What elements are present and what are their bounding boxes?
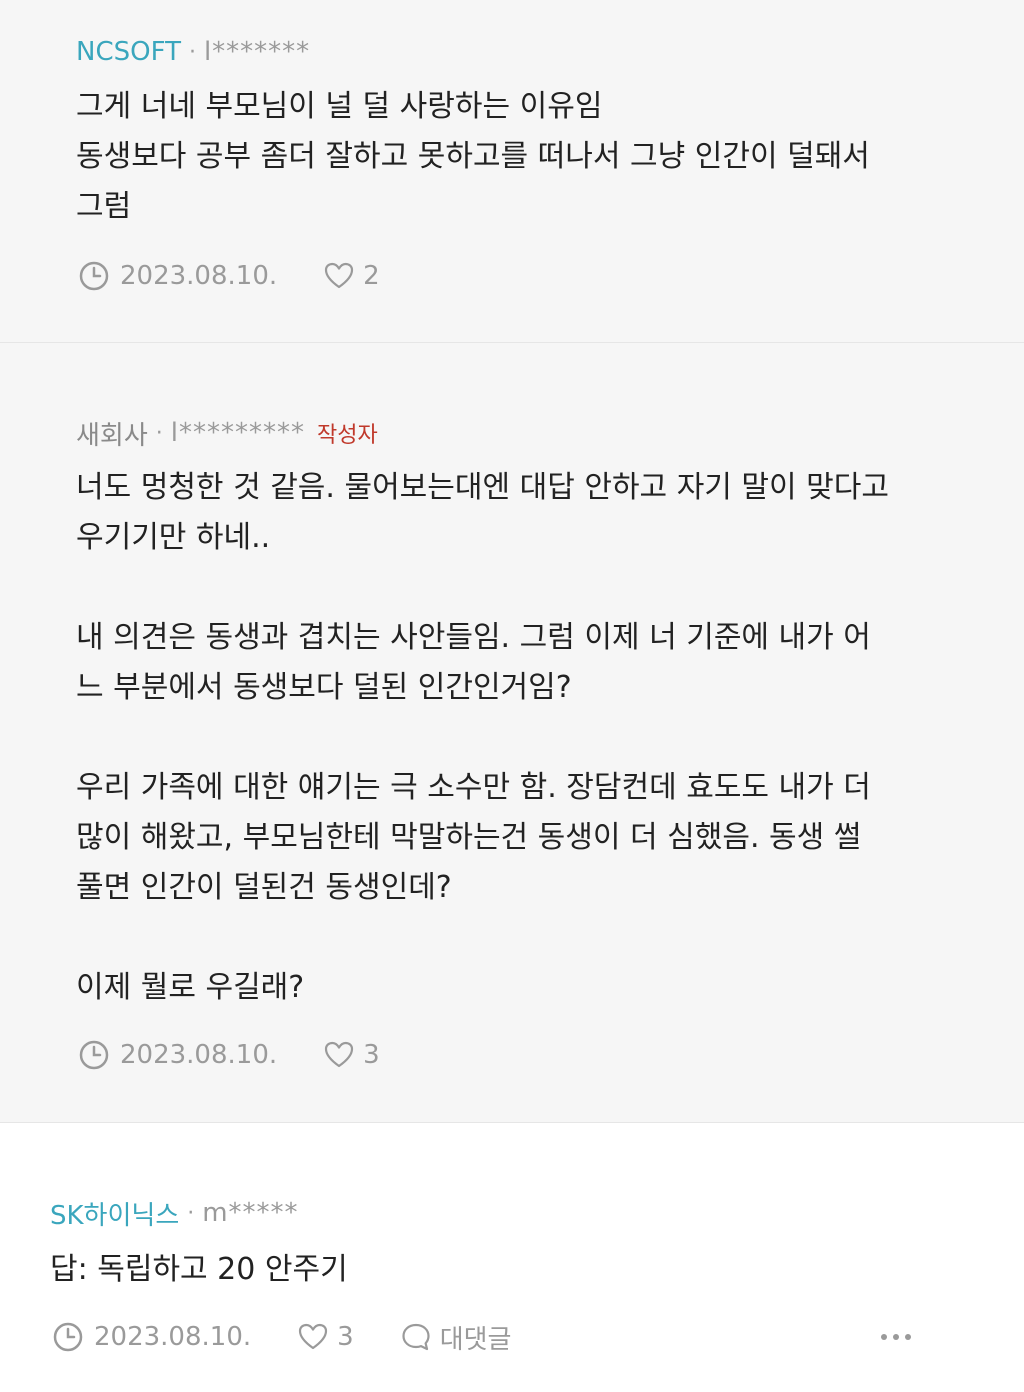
reply-label: 대댓글	[439, 1324, 512, 1355]
speech-bubble-icon	[402, 1323, 430, 1351]
comment-meta: SK하이닉스 · m*****	[50, 1195, 299, 1231]
comment-footer: 2023.08.10. 2	[78, 256, 380, 296]
like-button[interactable]: 3	[297, 1321, 354, 1353]
comment-date: 2023.08.10.	[120, 1040, 278, 1070]
heart-icon	[299, 1323, 328, 1350]
like-button[interactable]: 2	[323, 260, 380, 292]
more-options-button[interactable]	[880, 1317, 912, 1357]
meta-separator: ·	[187, 1200, 195, 1226]
reply-button[interactable]: 대댓글	[400, 1319, 512, 1356]
heart-icon	[325, 262, 354, 289]
like-count: 3	[337, 1322, 354, 1352]
clock-icon	[53, 1322, 83, 1352]
comment-date: 2023.08.10.	[94, 1322, 252, 1352]
user-name: l*******	[203, 37, 311, 67]
clock-icon	[79, 1040, 109, 1070]
comment: SK하이닉스 · m***** 답: 독립하고 20 안주기 2023.08.1…	[0, 1123, 1024, 1392]
company-name[interactable]: SK하이닉스	[50, 1195, 179, 1232]
timestamp: 2023.08.10.	[78, 1039, 277, 1071]
comment-date: 2023.08.10.	[120, 261, 278, 291]
company-name[interactable]: NCSOFT	[76, 37, 181, 67]
like-button[interactable]: 3	[323, 1039, 380, 1071]
comment-footer: 2023.08.10. 3	[78, 1035, 380, 1075]
comment-meta: NCSOFT · l*******	[76, 34, 310, 70]
timestamp: 2023.08.10.	[78, 260, 277, 292]
reply-comment: NCSOFT · l******* 그게 너네 부모님이 널 덜 사랑하는 이유…	[0, 0, 1024, 343]
user-name: m*****	[202, 1198, 299, 1228]
meta-separator: ·	[155, 420, 163, 446]
heart-icon	[325, 1041, 354, 1068]
company-name[interactable]: 새회사	[76, 415, 148, 452]
like-count: 2	[363, 261, 380, 291]
comment-text: 답: 독립하고 20 안주기	[50, 1252, 348, 1287]
author-badge: 작성자	[317, 423, 378, 448]
clock-icon	[79, 261, 109, 291]
user-name: l*********	[170, 418, 305, 448]
like-count: 3	[363, 1040, 380, 1070]
more-dots-icon	[881, 1334, 911, 1340]
timestamp: 2023.08.10.	[52, 1321, 251, 1353]
meta-separator: ·	[188, 39, 196, 65]
comment-text: 너도 멍청한 것 같음. 물어보는대엔 대답 안하고 자기 말이 맞다고 우기기…	[76, 470, 889, 1005]
comment-footer: 2023.08.10. 3 대댓글	[52, 1317, 972, 1357]
comment-meta: 새회사 · l********* 작성자	[76, 415, 378, 451]
reply-comment: 새회사 · l********* 작성자 너도 멍청한 것 같음. 물어보는대엔…	[0, 343, 1024, 1123]
comment-text: 그게 너네 부모님이 널 덜 사랑하는 이유임 동생보다 공부 좀더 잘하고 못…	[76, 89, 870, 224]
